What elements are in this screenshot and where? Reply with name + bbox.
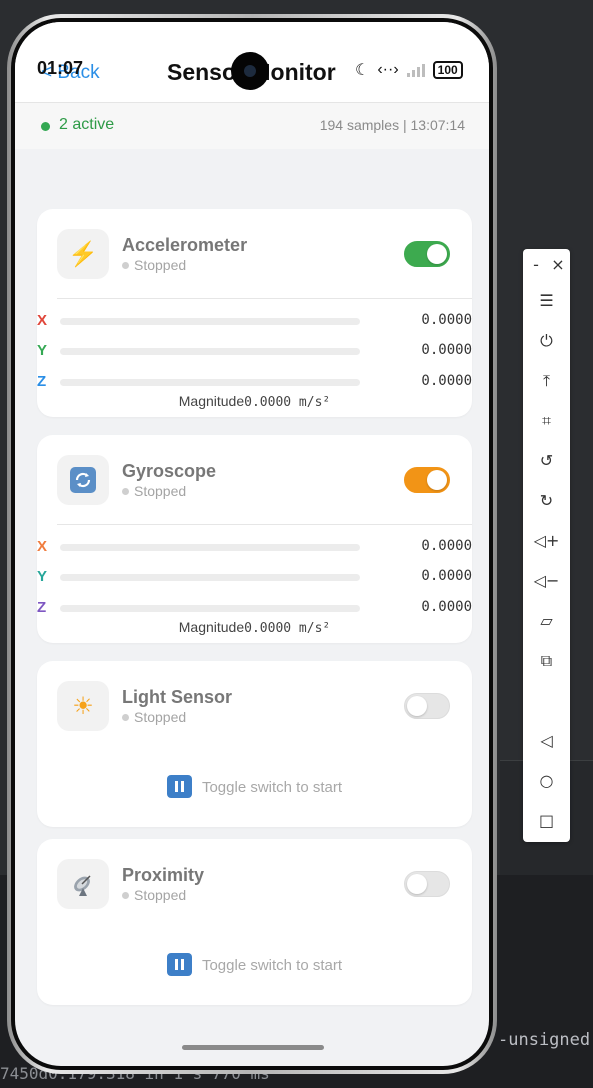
divider xyxy=(57,298,472,299)
sensor-name: Gyroscope xyxy=(122,461,217,481)
sensor-state: Stopped xyxy=(122,887,186,903)
pause-icon xyxy=(166,775,192,798)
phone-bezel: < Back 01:07 Sensor Monitor ☾ ‹··› 100 2… xyxy=(11,18,493,1070)
sensor-card-proximity: Proximity Stopped Toggle switch to start xyxy=(37,839,472,1005)
hint-text: Toggle switch to start xyxy=(201,779,343,796)
active-count: 2 active xyxy=(59,116,115,133)
upload-icon[interactable]: ⤒ xyxy=(523,371,570,391)
magnitude-readout: Magnitude0.0000 m/s² xyxy=(37,393,472,410)
rotate-right-icon[interactable]: ↻ xyxy=(523,491,570,510)
start-hint: Toggle switch to start xyxy=(37,775,472,798)
data-transfer-icon: ‹··› xyxy=(377,61,399,78)
rotate-icon xyxy=(57,455,109,505)
axis-row-x: X 0.0000 xyxy=(37,312,472,332)
axis-bar xyxy=(60,605,360,612)
rotate-left-icon[interactable]: ↺ xyxy=(523,451,570,470)
shake-icon[interactable]: ▱ xyxy=(523,611,570,630)
axis-label: X xyxy=(37,312,48,329)
lightning-icon: ⚡ xyxy=(57,229,109,279)
axis-value: 0.0000 xyxy=(421,312,472,328)
magnitude-label: Magnitude xyxy=(178,393,245,409)
back-icon[interactable]: ◁ xyxy=(523,731,570,750)
magnitude-label: Magnitude xyxy=(178,619,245,635)
axis-label: Y xyxy=(37,342,48,359)
magnitude-value: 0.0000 m/s² xyxy=(244,395,331,410)
axis-label: Z xyxy=(37,599,47,616)
axis-label: Z xyxy=(37,373,47,390)
axis-value: 0.0000 xyxy=(421,568,472,584)
close-button[interactable]: × xyxy=(546,255,570,274)
hint-text: Toggle switch to start xyxy=(201,957,343,974)
sensor-toggle[interactable] xyxy=(404,467,450,493)
signal-icon xyxy=(406,63,425,77)
top-bar: < Back 01:07 Sensor Monitor ☾ ‹··› 100 xyxy=(15,22,489,102)
axis-value: 0.0000 xyxy=(421,538,472,554)
axis-row-x: X 0.0000 xyxy=(37,538,472,558)
axis-row-y: Y 0.0000 xyxy=(37,342,472,362)
axis-bar xyxy=(60,379,360,386)
sensor-card-gyroscope: Gyroscope Stopped X 0.0000 Y 0.0000 Z 0.… xyxy=(37,435,472,643)
axis-label: X xyxy=(37,538,48,555)
magnitude-readout: Magnitude0.0000 m/s² xyxy=(37,619,472,636)
axis-bar xyxy=(60,574,360,581)
sun-icon: ☀ xyxy=(57,681,109,731)
front-camera xyxy=(231,52,269,90)
home-icon[interactable]: ○ xyxy=(523,771,570,790)
axis-row-z: Z 0.0000 xyxy=(37,599,472,619)
satellite-dish-icon xyxy=(57,859,109,909)
start-hint: Toggle switch to start xyxy=(37,953,472,976)
phone-frame: < Back 01:07 Sensor Monitor ☾ ‹··› 100 2… xyxy=(7,14,497,1074)
sensor-card-accelerometer: ⚡ Accelerometer Stopped X 0.0000 Y 0.000… xyxy=(37,209,472,417)
magnitude-value: 0.0000 m/s² xyxy=(244,621,331,636)
emulator-toolbar: - × ☰ ⏻ ⤒ ⌗ ↺ ↻ ◁+ ◁− ▱ ⧉ ◁ ○ □ xyxy=(523,249,570,842)
divider xyxy=(57,524,472,525)
minimize-button[interactable]: - xyxy=(524,255,548,274)
volume-up-icon[interactable]: ◁+ xyxy=(523,531,570,550)
sensor-toggle[interactable] xyxy=(404,693,450,719)
sensor-name: Light Sensor xyxy=(122,687,233,707)
status-icons: ☾ ‹··› 100 xyxy=(355,60,463,80)
sample-count: 194 samples | 13:07:14 xyxy=(319,117,465,133)
power-icon[interactable]: ⏻ xyxy=(523,331,570,351)
sensor-toggle[interactable] xyxy=(404,871,450,897)
terminal-line: -unsigned xyxy=(498,1030,591,1050)
axis-row-z: Z 0.0000 xyxy=(37,373,472,393)
sensor-state: Stopped xyxy=(122,709,186,725)
moon-icon: ☾ xyxy=(355,62,370,79)
recents-icon[interactable]: □ xyxy=(523,811,570,830)
status-time: 01:07 xyxy=(37,58,84,78)
axis-bar xyxy=(60,348,360,355)
active-dot xyxy=(41,122,50,131)
multi-screen-icon[interactable]: ⧉ xyxy=(523,651,570,671)
axis-value: 0.0000 xyxy=(421,373,472,389)
sensor-card-light: ☀ Light Sensor Stopped Toggle switch to … xyxy=(37,661,472,827)
volume-down-icon[interactable]: ◁− xyxy=(523,571,570,590)
sensor-state: Stopped xyxy=(122,257,186,273)
sensor-state: Stopped xyxy=(122,483,186,499)
axis-bar xyxy=(60,544,360,551)
sensor-name: Proximity xyxy=(122,865,205,885)
menu-icon[interactable]: ☰ xyxy=(523,291,570,310)
battery-icon: 100 xyxy=(432,61,463,79)
home-indicator[interactable] xyxy=(182,1045,324,1050)
axis-value: 0.0000 xyxy=(421,599,472,615)
sensor-name: Accelerometer xyxy=(122,235,248,255)
crop-icon[interactable]: ⌗ xyxy=(523,411,570,431)
axis-bar xyxy=(60,318,360,325)
axis-row-y: Y 0.0000 xyxy=(37,568,472,588)
sensor-toggle[interactable] xyxy=(404,241,450,267)
axis-value: 0.0000 xyxy=(421,342,472,358)
summary-bar: 2 active 194 samples | 13:07:14 xyxy=(15,102,489,149)
axis-label: Y xyxy=(37,568,48,585)
phone-screen: < Back 01:07 Sensor Monitor ☾ ‹··› 100 2… xyxy=(15,22,489,1066)
pause-icon xyxy=(166,953,192,976)
